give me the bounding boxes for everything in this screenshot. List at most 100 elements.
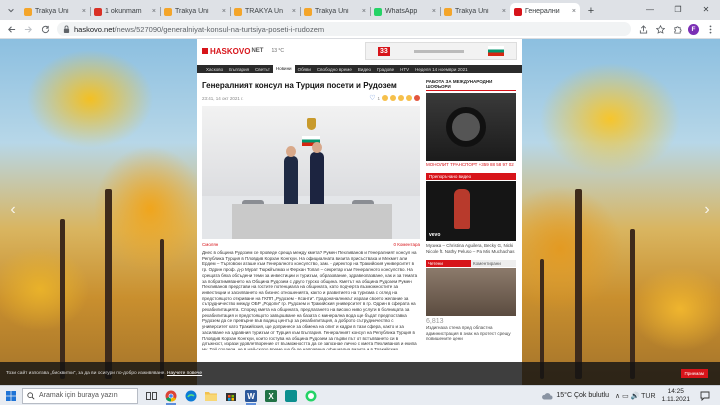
nav-item[interactable]: HTV xyxy=(397,67,412,72)
browser-tab[interactable]: Trakya Üni × xyxy=(20,3,90,20)
taskbar-whatsapp[interactable] xyxy=(302,387,320,405)
tab-label: Генерални xyxy=(525,8,560,15)
video-caption[interactable]: Музика – Christina Aguilera, Becky G, Ni… xyxy=(426,243,516,254)
folder-icon xyxy=(205,391,217,401)
browser-tab[interactable]: 1 okunmam × xyxy=(90,3,160,20)
taskbar-word[interactable]: W xyxy=(242,387,260,405)
truck-ad[interactable] xyxy=(426,93,516,161)
ad-heading: РАБОТА ЗА МЕЖДУНАРОДНИ ШОФЬОРИ xyxy=(426,79,516,91)
new-tab-button[interactable]: + xyxy=(584,4,598,18)
tab-favicon-icon xyxy=(164,7,172,16)
taskbar-search-box[interactable]: Aramak için buraya yazın xyxy=(22,387,138,404)
extensions-icon[interactable] xyxy=(671,23,683,35)
tab-close-icon[interactable]: × xyxy=(572,8,576,15)
browser-toolbar: haskovo.net/news/527090/generalniyat-kon… xyxy=(0,20,720,39)
nav-item[interactable]: Светът xyxy=(252,67,273,72)
header-banner-ad[interactable]: 33 xyxy=(365,42,517,60)
start-button[interactable] xyxy=(0,386,22,405)
nav-item[interactable]: Хасково xyxy=(203,67,226,72)
nav-item[interactable]: Новини xyxy=(272,65,295,73)
background-next-arrow-icon[interactable]: › xyxy=(700,199,714,221)
taskbar-file-explorer[interactable] xyxy=(202,387,220,405)
browser-tab[interactable]: WhatsApp × xyxy=(370,3,440,20)
task-view-button[interactable] xyxy=(142,387,160,405)
taskbar-app-teal[interactable] xyxy=(282,387,300,405)
tab-close-icon[interactable]: × xyxy=(222,8,226,15)
taskbar-store[interactable] xyxy=(222,387,240,405)
browser-tab[interactable]: Trakya Üni × xyxy=(440,3,510,20)
nav-item[interactable]: България xyxy=(226,67,252,72)
browser-tab[interactable]: Генерални × xyxy=(510,3,580,20)
nav-item[interactable]: Видео xyxy=(355,67,374,72)
browser-menu-icon[interactable] xyxy=(704,23,716,35)
task-view-icon xyxy=(145,391,157,400)
lock-icon[interactable] xyxy=(63,25,70,33)
sidebar-tabs: Четени Коментирани xyxy=(426,260,516,267)
tab-close-icon[interactable]: × xyxy=(152,8,156,15)
nav-item[interactable]: Свободно време xyxy=(314,67,355,72)
taskbar-chrome[interactable] xyxy=(162,387,180,405)
nav-item[interactable]: Градове xyxy=(374,67,397,72)
tab-close-icon[interactable]: × xyxy=(292,8,296,15)
tab-search-icon xyxy=(8,8,14,13)
taskbar-weather[interactable]: 15°C Çok bulutlu xyxy=(541,392,609,400)
share-icon[interactable] xyxy=(637,23,649,35)
sad-emoji-icon[interactable] xyxy=(406,95,412,101)
recommended-video[interactable]: vevo xyxy=(426,181,516,241)
site-weather: 13 °C xyxy=(271,48,285,54)
weather-text: 15°C Çok bulutlu xyxy=(556,392,609,399)
taskbar-edge[interactable] xyxy=(182,387,200,405)
window-controls: — ❐ ✕ xyxy=(636,0,720,18)
comments-link[interactable]: 0 Коментара xyxy=(394,242,420,247)
tab-most-read[interactable]: Четени xyxy=(426,260,471,267)
browser-tab[interactable]: Trakya Üni × xyxy=(160,3,230,20)
like-emoji-icon[interactable] xyxy=(382,95,388,101)
tab-close-icon[interactable]: × xyxy=(82,8,86,15)
profile-avatar[interactable]: F xyxy=(688,23,699,35)
sidebar: РАБОТА ЗА МЕЖДУНАРОДНИ ШОФЬОРИ МОНОЛИТ Т… xyxy=(426,79,516,342)
browser-tab[interactable]: TRAKYA Ün × xyxy=(230,3,300,20)
close-window-button[interactable]: ✕ xyxy=(692,0,720,18)
photo-person-right xyxy=(310,152,324,204)
back-button[interactable] xyxy=(4,22,18,36)
angry-emoji-icon[interactable] xyxy=(414,95,420,101)
forward-button[interactable] xyxy=(21,22,35,36)
cookie-bar: Този сайт използва „бисквитки“, за да ви… xyxy=(0,362,720,385)
ad-contact[interactable]: МОНОЛИТ ТРАНСПОРТ +359 88 58 97 02 xyxy=(426,162,516,167)
clock[interactable]: 14:25 1.11.2021 xyxy=(662,388,690,403)
clock-time: 14:25 xyxy=(667,388,684,395)
article-source-link[interactable]: Смолян xyxy=(202,242,218,247)
video-figure xyxy=(454,189,470,229)
tab-search-button[interactable] xyxy=(4,3,18,17)
laugh-emoji-icon[interactable] xyxy=(390,95,396,101)
article-photo[interactable] xyxy=(202,106,420,239)
sidebar-news-image[interactable] xyxy=(426,268,516,316)
wow-emoji-icon[interactable] xyxy=(398,95,404,101)
taskbar-excel[interactable]: X xyxy=(262,387,280,405)
browser-tab[interactable]: Trakya Üni × xyxy=(300,3,370,20)
tab-close-icon[interactable]: × xyxy=(432,8,436,15)
tab-most-commented[interactable]: Коментирани xyxy=(471,260,516,267)
minimize-button[interactable]: — xyxy=(636,0,664,18)
cookie-more-link[interactable]: Научете повече xyxy=(167,371,202,376)
chrome-icon xyxy=(165,390,177,402)
address-bar[interactable]: haskovo.net/news/527090/generalniyat-kon… xyxy=(57,22,631,36)
tray-icons[interactable]: ∧ ▭ 🔊 TUR xyxy=(615,392,656,400)
cookie-accept-button[interactable]: Приемам xyxy=(680,369,708,378)
notifications-button[interactable] xyxy=(696,387,714,405)
site-logo[interactable]: HASKOVO NET xyxy=(202,47,263,56)
background-prev-arrow-icon[interactable]: ‹ xyxy=(6,199,20,221)
restore-button[interactable]: ❐ xyxy=(664,0,692,18)
nav-item[interactable]: Обяви xyxy=(295,67,314,72)
heart-icon[interactable]: ♡ xyxy=(369,94,375,102)
tab-close-icon[interactable]: × xyxy=(502,8,506,15)
reload-button[interactable] xyxy=(38,22,52,36)
bookmark-star-icon[interactable] xyxy=(654,23,666,35)
cookie-message: Този сайт използва „бисквитки“, за да ви… xyxy=(6,371,166,376)
steering-wheel-icon xyxy=(446,107,486,147)
notification-icon xyxy=(700,391,710,401)
tab-close-icon[interactable]: × xyxy=(362,8,366,15)
tree-trunk xyxy=(160,239,164,379)
nav-item[interactable]: Неделя 14 ноември 2021 xyxy=(412,67,470,72)
sidebar-news-caption[interactable]: Издигнаха стена пред областна администра… xyxy=(426,325,516,342)
